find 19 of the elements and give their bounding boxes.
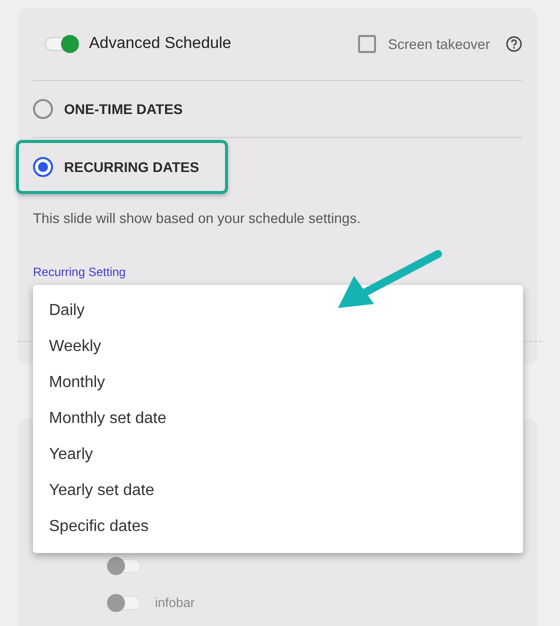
dropdown-option[interactable]: Weekly [33, 329, 523, 365]
radio-option[interactable]: ONE-TIME DATES [33, 98, 183, 120]
checkbox-label: Screen takeover [388, 34, 490, 54]
toggle-label: Advanced Schedule [89, 34, 232, 54]
help-icon[interactable] [506, 36, 522, 52]
radio-option[interactable]: RECURRING DATES [16, 140, 228, 194]
toggle-switch[interactable] [45, 34, 79, 54]
dropdown-option[interactable]: Monthly [33, 365, 523, 401]
dropdown-option[interactable]: Specific dates [33, 509, 523, 545]
dropdown-option[interactable]: Daily [33, 293, 523, 329]
dropdown-option[interactable]: Yearly set date [33, 473, 523, 509]
field-label: Recurring Setting [33, 264, 126, 281]
toggle-switch[interactable] [107, 593, 141, 613]
checkbox[interactable] [358, 35, 376, 53]
toggle-switch[interactable] [107, 556, 141, 576]
dropdown-option[interactable]: Monthly set date [33, 401, 523, 437]
toggle-label: infobar [155, 594, 195, 612]
dropdown-option[interactable]: Yearly [33, 437, 523, 473]
description-text: This slide will show based on your schedule settings. [33, 209, 362, 228]
